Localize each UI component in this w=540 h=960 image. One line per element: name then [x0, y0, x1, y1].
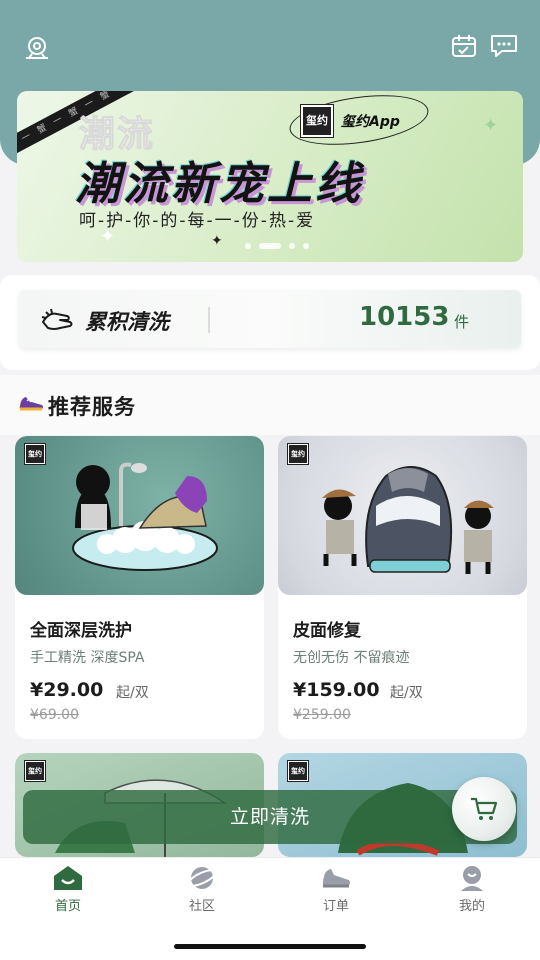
chat-bubble-icon[interactable]: [489, 31, 519, 61]
service-price: ¥159.00: [293, 679, 380, 701]
sparkle-icon: ✦: [100, 226, 116, 247]
brand-logo: 玺约: [288, 761, 308, 781]
original-price: ¥259.00: [293, 707, 351, 723]
brand-logo: 玺约: [288, 444, 308, 464]
section-title: 推荐服务: [48, 395, 136, 419]
home-icon: [54, 866, 82, 890]
carousel-dots[interactable]: [245, 243, 309, 249]
wash-now-button[interactable]: 立即清洗: [23, 790, 517, 844]
carousel-dot[interactable]: [245, 243, 251, 249]
service-title: 全面深层洗护: [30, 621, 132, 641]
stats-label: 累积清洗: [85, 310, 169, 334]
carousel-dot[interactable]: [303, 243, 309, 249]
calendar-check-icon[interactable]: [450, 32, 480, 62]
tab-orders[interactable]: 订单: [296, 864, 376, 914]
price-unit: 起/双: [116, 685, 149, 701]
stats-section: 累积清洗 10153 件: [0, 275, 540, 370]
tab-label: 社区: [188, 899, 215, 914]
service-card[interactable]: 玺约 全面深层洗护 手工精洗 深度SPA ¥29.00 起/双 ¥69.00: [15, 436, 264, 739]
stats-value: 10153: [359, 302, 450, 332]
tab-profile[interactable]: 我的: [432, 864, 512, 914]
sparkle-icon: ✦: [483, 115, 499, 136]
sneaker-order-icon: [323, 869, 350, 888]
tab-label: 首页: [54, 899, 81, 914]
service-card[interactable]: 玺约 皮面修复 无创无伤 不留痕迹 ¥159.00 起/双 ¥259.00: [278, 436, 527, 739]
service-price: ¥29.00: [30, 679, 104, 701]
stats-unit: 件: [454, 313, 470, 331]
promo-banner[interactable]: 蟹 一 蟹 一 蟹 一 蟹 一 蟹 蟹 一 蟹 一 蟹 一 蟹 一 蟹 潮流 玺…: [17, 91, 523, 262]
stats-card: 累积清洗 10153 件: [19, 290, 521, 348]
planet-icon: [187, 867, 217, 889]
profile-icon: [461, 866, 483, 891]
shopping-cart-button[interactable]: [452, 777, 516, 841]
banner-title: 潮流新宠上线: [75, 157, 364, 210]
brand-logo: 玺约: [301, 105, 333, 137]
app-badge: 玺约 玺约App: [301, 105, 400, 137]
service-title: 皮面修复: [293, 621, 361, 641]
divider: [208, 307, 210, 333]
home-indicator[interactable]: [174, 944, 366, 949]
shopping-cart-icon: [471, 797, 498, 820]
service-description: 无创无伤 不留痕迹: [293, 650, 410, 666]
carousel-dot[interactable]: [289, 243, 295, 249]
carousel-dot-active[interactable]: [259, 243, 281, 249]
hand-wash-icon: [40, 306, 74, 334]
brand-logo: 玺约: [25, 761, 45, 781]
service-image: 玺约: [278, 436, 527, 595]
brand-logo: 玺约: [25, 444, 45, 464]
service-image: 玺约: [15, 436, 264, 595]
sneaker-icon: [18, 393, 44, 413]
sparkle-icon: ✦: [211, 233, 223, 249]
tab-community[interactable]: 社区: [162, 864, 242, 914]
tab-label: 订单: [322, 899, 349, 914]
tab-home[interactable]: 首页: [28, 864, 108, 914]
service-description: 手工精洗 深度SPA: [30, 650, 145, 666]
tab-label: 我的: [458, 899, 485, 914]
original-price: ¥69.00: [30, 707, 79, 723]
badge-text: 玺约App: [341, 114, 400, 130]
location-pin-icon[interactable]: [22, 34, 52, 64]
section-header: 推荐服务: [0, 375, 540, 435]
price-unit: 起/双: [390, 685, 423, 701]
